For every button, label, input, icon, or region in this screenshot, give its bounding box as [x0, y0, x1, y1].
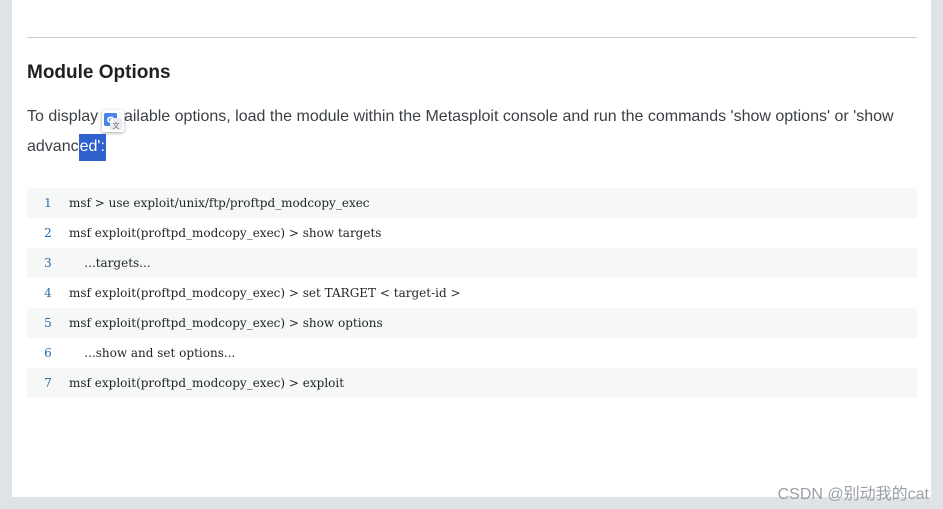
code-block: 1 msf > use exploit/unix/ftp/proftpd_mod…	[27, 188, 917, 398]
google-translate-icon[interactable]: G 文	[102, 110, 124, 132]
paragraph-text-middle: available options, load the module withi…	[27, 108, 894, 155]
section-heading: Module Options	[27, 62, 171, 83]
selected-text[interactable]: ed':	[78, 134, 106, 161]
content-card: Module Options To display tavailable opt…	[12, 0, 931, 497]
code-text: msf exploit(proftpd_modcopy_exec) > expl…	[69, 376, 345, 390]
section-paragraph: To display tavailable options, load the …	[27, 102, 922, 162]
code-line: 5 msf exploit(proftpd_modcopy_exec) > sh…	[27, 308, 917, 338]
code-text: msf > use exploit/unix/ftp/proftpd_modco…	[69, 196, 370, 210]
line-number: 5	[44, 316, 52, 330]
line-number: 4	[44, 286, 52, 300]
code-line: 2 msf exploit(proftpd_modcopy_exec) > sh…	[27, 218, 917, 248]
code-line: 6 ...show and set options...	[27, 338, 917, 368]
line-number: 2	[44, 226, 52, 240]
code-text: ...targets...	[69, 256, 151, 270]
paragraph-text-start: To display t	[27, 108, 108, 125]
svg-text:文: 文	[113, 121, 120, 130]
code-line: 1 msf > use exploit/unix/ftp/proftpd_mod…	[27, 188, 917, 218]
line-number: 7	[44, 376, 52, 390]
code-line: 4 msf exploit(proftpd_modcopy_exec) > se…	[27, 278, 917, 308]
line-number: 6	[44, 346, 52, 360]
divider	[27, 37, 917, 38]
code-text: ...show and set options...	[69, 346, 236, 360]
code-line: 3 ...targets...	[27, 248, 917, 278]
code-text: msf exploit(proftpd_modcopy_exec) > set …	[69, 286, 461, 300]
line-number: 3	[44, 256, 52, 270]
code-line: 7 msf exploit(proftpd_modcopy_exec) > ex…	[27, 368, 917, 398]
line-number: 1	[44, 196, 52, 210]
code-text: msf exploit(proftpd_modcopy_exec) > show…	[69, 226, 382, 240]
watermark: CSDN @别动我的cat	[777, 486, 929, 503]
code-text: msf exploit(proftpd_modcopy_exec) > show…	[69, 316, 383, 330]
